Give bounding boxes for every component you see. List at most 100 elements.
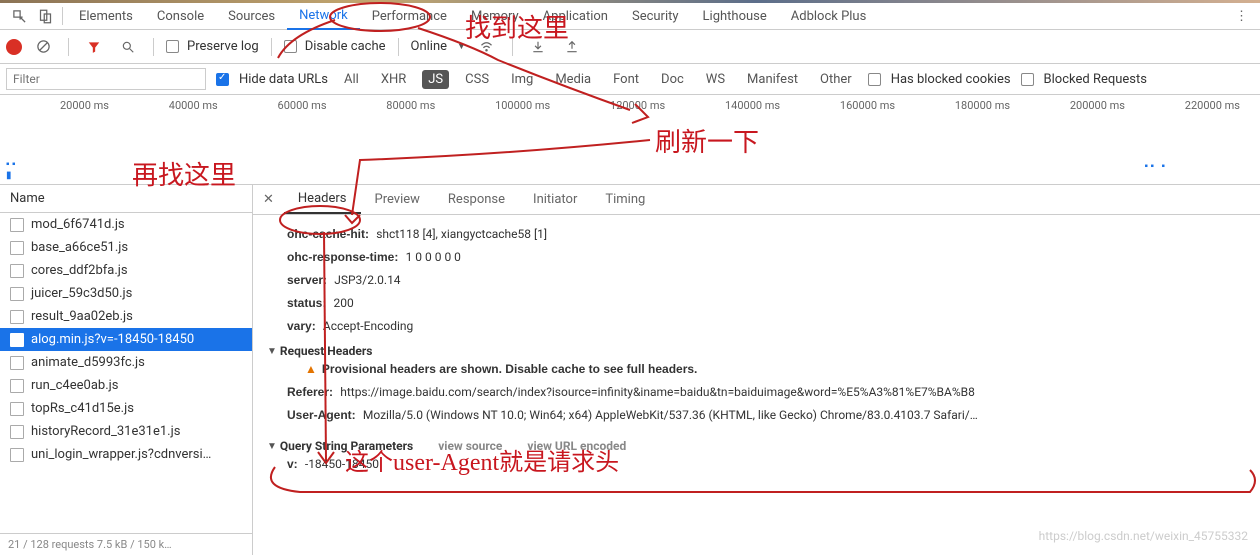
query-string-section[interactable]: ▼Query String Parametersview sourceview … xyxy=(267,439,1246,453)
divider xyxy=(153,38,154,56)
search-icon[interactable] xyxy=(115,35,141,59)
watermark: https://blog.csdn.net/weixin_45755332 xyxy=(1039,529,1248,543)
clear-button[interactable] xyxy=(30,35,56,59)
request-row[interactable]: uni_login_wrapper.js?cdnversi… xyxy=(0,443,252,466)
query-param-row: v: -18450-18450 xyxy=(267,453,1246,476)
triangle-down-icon: ▼ xyxy=(267,346,277,357)
tab-console[interactable]: Console xyxy=(145,4,216,29)
request-headers-section[interactable]: ▼Request Headers xyxy=(267,344,1246,358)
filter-bar: Hide data URLs All XHR JS CSS Img Media … xyxy=(0,64,1260,95)
filter-manifest[interactable]: Manifest xyxy=(741,70,804,89)
more-tabs-icon[interactable]: ⋮ xyxy=(1229,9,1254,24)
request-list-sidebar: Name mod_6f6741d.jsbase_a66ce51.js cores_… xyxy=(0,185,253,555)
view-source-link[interactable]: view source xyxy=(438,439,502,453)
request-row[interactable]: run_c4ee0ab.js xyxy=(0,374,252,397)
request-row[interactable]: topRs_c41d15e.js xyxy=(0,397,252,420)
tab-initiator[interactable]: Initiator xyxy=(519,186,591,213)
response-header-row: status: 200 xyxy=(267,292,1246,315)
export-har-icon[interactable] xyxy=(559,35,585,59)
response-header-row: server: JSP3/2.0.14 xyxy=(267,269,1246,292)
status-bar: 21 / 128 requests 7.5 kB / 150 k… xyxy=(0,533,252,555)
response-header-row: ohc-cache-hit: shct118 [4], xiangyctcach… xyxy=(267,223,1246,246)
blocked-cookies-checkbox[interactable] xyxy=(868,73,881,86)
timeline-labels: 20000 ms40000 ms60000 ms80000 ms100000 m… xyxy=(0,99,1260,112)
blocked-requests-checkbox[interactable] xyxy=(1021,73,1034,86)
chevron-down-icon: ▼ xyxy=(457,41,466,52)
file-icon xyxy=(10,402,24,416)
request-row[interactable]: result_9aa02eb.js xyxy=(0,305,252,328)
filter-css[interactable]: CSS xyxy=(459,70,495,89)
throttling-select[interactable]: Online xyxy=(411,39,448,54)
detail-tabs: ✕ Headers Preview Response Initiator Tim… xyxy=(253,185,1260,215)
blocked-cookies-label: Has blocked cookies xyxy=(891,72,1011,87)
waterfall-timeline[interactable]: 20000 ms40000 ms60000 ms80000 ms100000 m… xyxy=(0,95,1260,185)
file-icon xyxy=(10,425,24,439)
file-icon xyxy=(10,310,24,324)
request-row[interactable]: alog.min.js?v=-18450-18450 xyxy=(0,328,252,351)
tab-adblock[interactable]: Adblock Plus xyxy=(779,4,879,29)
request-name: cores_ddf2bfa.js xyxy=(31,263,128,278)
device-toggle-icon[interactable] xyxy=(32,4,58,28)
filter-font[interactable]: Font xyxy=(607,70,645,89)
view-url-encoded-link[interactable]: view URL encoded xyxy=(527,439,626,453)
hide-data-urls-label: Hide data URLs xyxy=(239,72,328,87)
request-row[interactable]: juicer_59c3d50.js xyxy=(0,282,252,305)
wifi-icon[interactable] xyxy=(474,35,500,59)
request-row[interactable]: mod_6f6741d.js xyxy=(0,213,252,236)
filter-input[interactable] xyxy=(6,68,206,90)
network-toolbar: Preserve log Disable cache Online ▼ xyxy=(0,30,1260,64)
filter-all[interactable]: All xyxy=(338,70,365,89)
file-icon xyxy=(10,264,24,278)
triangle-down-icon: ▼ xyxy=(267,441,277,452)
filter-js[interactable]: JS xyxy=(422,70,449,89)
warning-icon: ▲ xyxy=(305,362,317,376)
filter-media[interactable]: Media xyxy=(549,70,597,89)
filter-other[interactable]: Other xyxy=(814,70,858,89)
divider xyxy=(62,7,63,25)
file-icon xyxy=(10,333,24,347)
divider xyxy=(398,38,399,56)
close-details-icon[interactable]: ✕ xyxy=(253,192,284,207)
record-button[interactable] xyxy=(6,39,22,55)
request-row[interactable]: base_a66ce51.js xyxy=(0,236,252,259)
file-icon xyxy=(10,241,24,255)
name-column-header[interactable]: Name xyxy=(0,185,252,213)
divider xyxy=(68,38,69,56)
response-header-row: vary: Accept-Encoding xyxy=(267,315,1246,338)
tab-application[interactable]: Application xyxy=(531,4,620,29)
tab-headers[interactable]: Headers xyxy=(284,185,361,214)
filter-xhr[interactable]: XHR xyxy=(375,70,412,89)
preserve-log-checkbox[interactable] xyxy=(166,40,179,53)
divider xyxy=(512,38,513,56)
request-name: topRs_c41d15e.js xyxy=(31,401,134,416)
request-name: uni_login_wrapper.js?cdnversi… xyxy=(31,447,211,462)
request-name: result_9aa02eb.js xyxy=(31,309,133,324)
import-har-icon[interactable] xyxy=(525,35,551,59)
filter-doc[interactable]: Doc xyxy=(655,70,690,89)
tab-elements[interactable]: Elements xyxy=(67,4,145,29)
tab-sources[interactable]: Sources xyxy=(216,4,287,29)
filter-ws[interactable]: WS xyxy=(700,70,731,89)
file-icon xyxy=(10,287,24,301)
tab-lighthouse[interactable]: Lighthouse xyxy=(691,4,779,29)
request-row[interactable]: cores_ddf2bfa.js xyxy=(0,259,252,282)
request-row[interactable]: animate_d5993fc.js xyxy=(0,351,252,374)
tab-network[interactable]: Network xyxy=(287,3,360,30)
tab-security[interactable]: Security xyxy=(620,4,691,29)
hide-data-urls-checkbox[interactable] xyxy=(216,73,229,86)
tab-memory[interactable]: Memory xyxy=(459,4,531,29)
inspect-icon[interactable] xyxy=(6,4,32,28)
request-row[interactable]: historyRecord_31e31e1.js xyxy=(0,420,252,443)
filter-img[interactable]: Img xyxy=(505,70,539,89)
file-icon xyxy=(10,379,24,393)
blocked-requests-label: Blocked Requests xyxy=(1044,72,1147,87)
tab-preview[interactable]: Preview xyxy=(361,186,434,213)
tab-timing[interactable]: Timing xyxy=(591,186,659,213)
response-header-row: ohc-response-time: 1 0 0 0 0 0 xyxy=(267,246,1246,269)
tab-response[interactable]: Response xyxy=(434,186,519,213)
provisional-warning: ▲Provisional headers are shown. Disable … xyxy=(267,358,1246,381)
disable-cache-checkbox[interactable] xyxy=(284,40,297,53)
filter-icon[interactable] xyxy=(81,35,107,59)
request-list: mod_6f6741d.jsbase_a66ce51.js cores_ddf2b… xyxy=(0,213,252,533)
tab-performance[interactable]: Performance xyxy=(360,4,459,29)
